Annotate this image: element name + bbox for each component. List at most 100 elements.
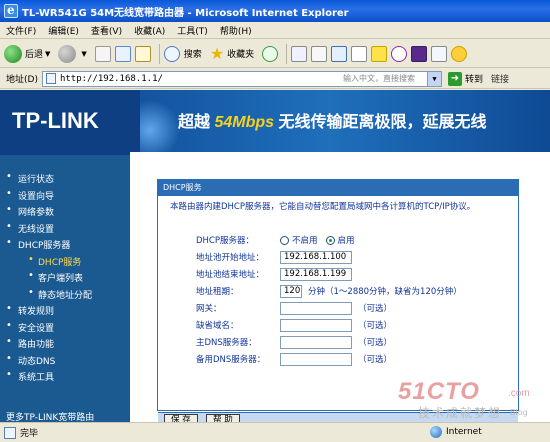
menu-tools[interactable]: 工具(T) (177, 24, 208, 37)
sidebar-item-wireless[interactable]: 无线设置 (0, 221, 130, 239)
menu-file[interactable]: 文件(F) (6, 24, 36, 37)
dns2-row: 备用DNS服务器： （可选） (196, 352, 392, 366)
search-button[interactable]: 搜索 (163, 45, 202, 62)
sidebar-item-client-list[interactable]: 客户端列表 (0, 270, 130, 288)
chevron-down-icon[interactable]: ▼ (426, 71, 441, 86)
page-icon (4, 426, 16, 439)
gateway-field[interactable] (280, 301, 352, 315)
block-icon[interactable] (391, 45, 408, 62)
zone-label: Internet (446, 427, 482, 437)
links-button[interactable]: 链接 (491, 72, 509, 85)
dns1-field[interactable] (280, 335, 352, 349)
star-icon: ★ (209, 44, 225, 63)
toolbar: 后退 ▼ ▼ 搜索 ★ 收藏夹 (0, 40, 550, 68)
domain-field[interactable] (280, 318, 352, 332)
discuss-icon[interactable] (351, 45, 368, 62)
stop-icon[interactable] (94, 45, 111, 62)
start-ip-field[interactable]: 192.168.1.100 (280, 250, 352, 264)
dns2-field[interactable] (280, 352, 352, 366)
start-ip-label: 地址池开始地址： (196, 253, 265, 263)
sidebar-item-system-tools[interactable]: 系统工具 (0, 369, 130, 387)
dhcp-off-label: 不启用 (292, 236, 318, 246)
sidebar-item-ddns[interactable]: 动态DNS (0, 353, 130, 371)
domain-optional-note: （可选） (358, 321, 393, 331)
address-bar: 地址(D) http://192.168.1.1/ 输入中文，直接搜索 ▼ ➜ … (0, 69, 550, 89)
security-zone: Internet (430, 426, 482, 438)
router-banner: TP-LINK 超越 54Mbps 无线传输距离极限，延展无线 (0, 90, 550, 152)
save-button[interactable]: 保 存 (164, 414, 198, 422)
chevron-down-icon[interactable]: ▼ (81, 50, 86, 58)
dhcp-on-label: 启用 (337, 236, 355, 246)
dns2-optional-note: （可选） (358, 355, 393, 365)
edit-icon[interactable] (331, 45, 348, 62)
dhcp-on-option[interactable]: 启用 (325, 234, 355, 246)
favorites-button[interactable]: ★ 收藏夹 (210, 44, 254, 63)
help-button[interactable]: 帮 助 (206, 414, 240, 422)
home-icon[interactable] (134, 45, 151, 62)
end-ip-row: 地址池结束地址： 192.168.1.199 (196, 267, 352, 281)
settings-icon[interactable] (411, 45, 428, 62)
end-ip-field[interactable]: 192.168.1.199 (280, 267, 352, 281)
lease-note: 分钟（1～2880分钟，缺省为120分钟） (308, 287, 462, 297)
address-label: 地址(D) (6, 75, 38, 85)
address-input[interactable]: http://192.168.1.1/ 输入中文，直接搜索 ▼ (41, 70, 442, 87)
print-icon[interactable] (311, 45, 328, 62)
back-button[interactable]: 后退 ▼ (4, 44, 50, 63)
mail-icon[interactable] (291, 45, 308, 62)
menu-bar: 文件(F) 编辑(E) 查看(V) 收藏(A) 工具(T) 帮助(H) (0, 22, 550, 39)
menu-edit[interactable]: 编辑(E) (48, 24, 79, 37)
history-icon[interactable] (262, 45, 279, 62)
gateway-row: 网关： （可选） (196, 301, 392, 315)
dns2-label: 备用DNS服务器： (196, 355, 266, 365)
page-icon (45, 73, 56, 84)
sidebar-item-network[interactable]: 网络参数 (0, 204, 130, 222)
dhcp-server-row: DHCP服务器： 不启用 启用 (196, 233, 363, 247)
forward-button[interactable]: ▼ (58, 44, 87, 63)
address-url: http://192.168.1.1/ (59, 73, 163, 84)
sidebar-item-status[interactable]: 运行状态 (0, 171, 130, 189)
chevron-down-icon[interactable]: ▼ (45, 50, 50, 58)
dns1-row: 主DNS服务器： （可选） (196, 335, 392, 349)
sidebar-item-dhcp-service[interactable]: DHCP服务 (0, 254, 130, 272)
dns1-label: 主DNS服务器： (196, 338, 257, 348)
gateway-label: 网关： (196, 304, 222, 314)
panel-body: 本路由器内建DHCP服务器，它能自动替您配置局域网中各计算机的TCP/IP协议。… (158, 196, 518, 422)
window-title: TL-WR541G 54M无线宽带路由器 - Microsoft Interne… (22, 7, 349, 19)
back-arrow-icon (4, 44, 22, 63)
end-ip-label: 地址池结束地址： (196, 270, 265, 280)
smiley-icon[interactable] (451, 45, 468, 62)
go-label: 转到 (464, 75, 483, 85)
site-watermark: 51CTO .com 技术成就梦想 Blog (398, 378, 548, 428)
watermark-blog: Blog (510, 408, 528, 417)
panel-intro: 本路由器内建DHCP服务器，它能自动替您配置局域网中各计算机的TCP/IP协议。 (170, 202, 476, 212)
watermark-main: 51CTO (398, 378, 480, 405)
radio-on[interactable] (325, 235, 335, 245)
tagline-highlight: 54Mbps (214, 114, 275, 131)
watermark-com: .com (508, 388, 530, 399)
refresh-icon[interactable] (114, 45, 131, 62)
address-hint: 输入中文，直接搜索 (342, 74, 415, 83)
banner-glow (140, 90, 180, 152)
gateway-optional-note: （可选） (358, 304, 393, 314)
sidebar-item-forwarding[interactable]: 转发规则 (0, 303, 130, 321)
sidebar-menu: 运行状态 设置向导 网络参数 无线设置 DHCP服务器 DHCP服务 客户端列表… (0, 155, 130, 387)
search-label: 搜索 (183, 50, 202, 60)
sidebar-item-routing[interactable]: 路由功能 (0, 336, 130, 354)
dhcp-off-option[interactable]: 不启用 (280, 234, 318, 246)
sidebar-item-dhcp[interactable]: DHCP服务器 (0, 237, 130, 255)
lease-field[interactable]: 120 (280, 284, 302, 298)
note-icon[interactable] (371, 45, 388, 62)
sidebar-item-static-address[interactable]: 静态地址分配 (0, 287, 130, 305)
menu-view[interactable]: 查看(V) (91, 24, 122, 37)
forward-arrow-icon (58, 44, 77, 63)
messenger-icon[interactable] (431, 45, 448, 62)
menu-favorites[interactable]: 收藏(A) (134, 24, 165, 37)
radio-off[interactable] (280, 235, 289, 245)
more-products-link[interactable]: 更多TP-LINK宽带路由 (6, 410, 94, 422)
menu-help[interactable]: 帮助(H) (220, 24, 252, 37)
sidebar-item-security[interactable]: 安全设置 (0, 320, 130, 338)
toolbar-separator (158, 43, 160, 64)
go-button[interactable]: ➜ 转到 (447, 71, 483, 86)
search-icon (163, 45, 180, 62)
sidebar-item-wizard[interactable]: 设置向导 (0, 188, 130, 206)
